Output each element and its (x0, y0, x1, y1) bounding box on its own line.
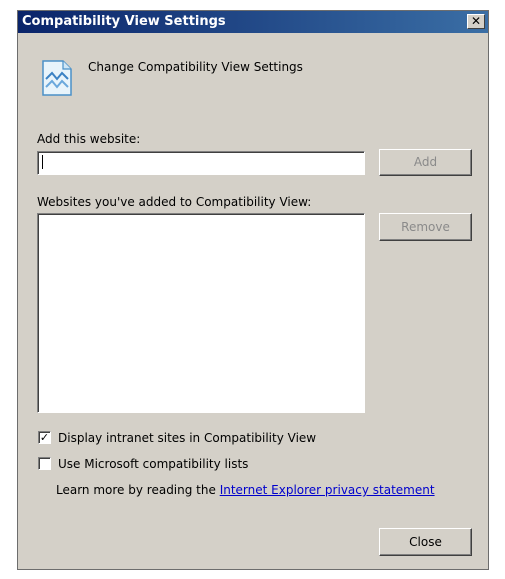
website-input[interactable] (37, 151, 365, 175)
add-website-label: Add this website: (37, 132, 141, 146)
website-list-label: Websites you've added to Compatibility V… (37, 195, 312, 209)
intranet-checkbox-label[interactable]: Display intranet sites in Compatibility … (58, 431, 316, 445)
intranet-checkbox[interactable]: ✓ (38, 431, 51, 444)
compatibility-view-dialog: Compatibility View Settings ✕ Change Com… (17, 10, 489, 570)
close-window-button[interactable]: ✕ (467, 14, 485, 29)
learn-more-prefix: Learn more by reading the (56, 483, 220, 497)
ms-lists-checkbox[interactable] (38, 457, 51, 470)
compatibility-view-icon (42, 60, 72, 96)
learn-more-text: Learn more by reading the Internet Explo… (56, 483, 435, 497)
text-caret (42, 155, 43, 169)
title-bar[interactable]: Compatibility View Settings ✕ (18, 11, 488, 33)
privacy-statement-link[interactable]: Internet Explorer privacy statement (220, 483, 435, 497)
website-list[interactable] (37, 213, 365, 413)
header-text: Change Compatibility View Settings (88, 60, 303, 74)
remove-button[interactable]: Remove (379, 213, 472, 241)
close-icon: ✕ (470, 14, 482, 28)
close-button[interactable]: Close (379, 528, 472, 556)
add-button[interactable]: Add (379, 149, 472, 176)
ms-lists-checkbox-label[interactable]: Use Microsoft compatibility lists (58, 457, 248, 471)
window-title: Compatibility View Settings (22, 14, 226, 29)
